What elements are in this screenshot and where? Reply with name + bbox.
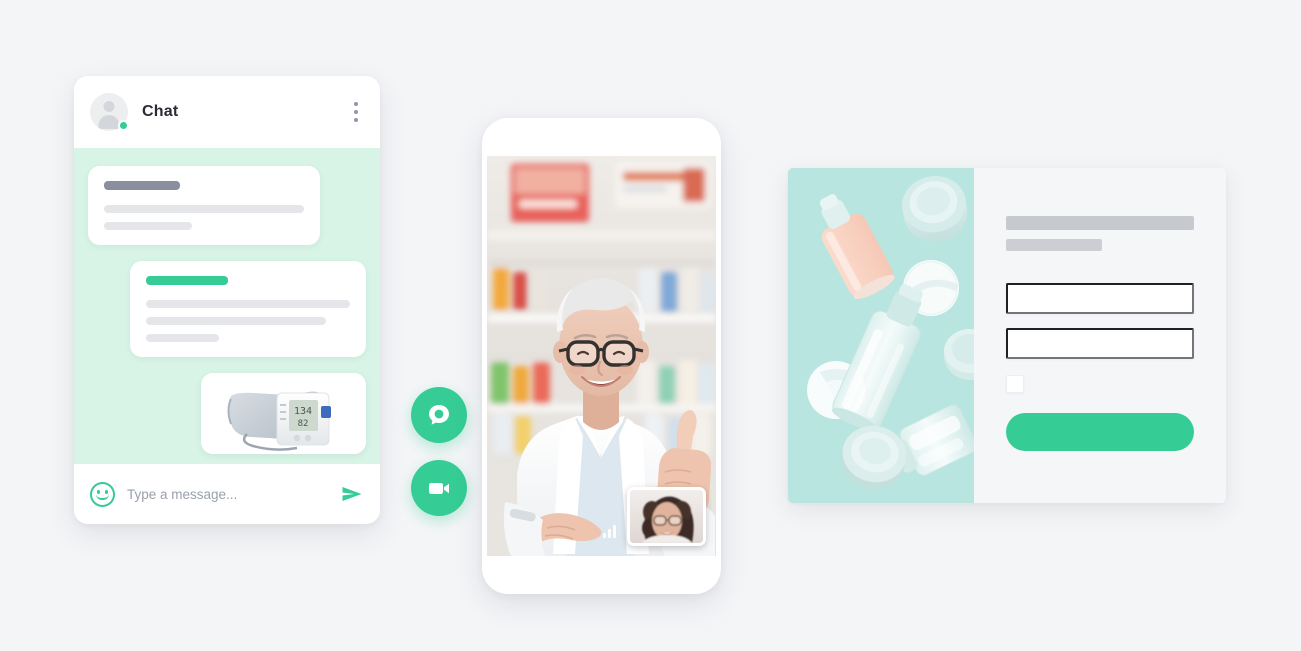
smiley-eye-left	[97, 489, 100, 494]
pip-self-view[interactable]	[627, 487, 706, 546]
message-line-placeholder	[146, 300, 350, 308]
signal-bars-icon	[603, 525, 616, 538]
product-form-card	[788, 168, 1226, 503]
menu-dot	[354, 110, 358, 114]
message-input[interactable]	[127, 486, 340, 502]
form-input-2[interactable]	[1006, 328, 1194, 359]
chat-message-outgoing	[130, 261, 366, 357]
svg-text:82: 82	[297, 419, 308, 429]
video-camera-icon	[429, 483, 449, 494]
video-call-screen	[487, 156, 716, 556]
online-status-dot	[118, 120, 129, 131]
signal-bar	[613, 525, 616, 538]
chat-message-image[interactable]: 134 82	[201, 373, 366, 454]
chat-message-list: 134 82	[74, 148, 380, 464]
form-submit-button[interactable]	[1006, 413, 1194, 451]
avatar[interactable]	[90, 93, 129, 131]
message-line-placeholder	[146, 317, 326, 325]
patient-video-feed	[630, 490, 703, 543]
chat-bubble-icon	[429, 405, 449, 425]
send-arrow-icon[interactable]	[340, 482, 364, 506]
message-title-placeholder	[146, 276, 228, 285]
chat-message-incoming	[88, 166, 320, 245]
chat-title: Chat	[142, 103, 179, 120]
signup-form	[974, 168, 1226, 503]
menu-dot	[354, 102, 358, 106]
phone-mockup	[482, 118, 721, 594]
message-line-placeholder	[104, 222, 192, 230]
form-subtitle-placeholder	[1006, 239, 1102, 251]
product-image-panel	[788, 168, 974, 503]
smiley-face-icon[interactable]	[90, 481, 115, 507]
chat-composer	[74, 464, 380, 524]
form-checkbox[interactable]	[1006, 375, 1024, 393]
smiley-eye-right	[105, 489, 108, 494]
more-vertical-icon[interactable]	[350, 98, 362, 126]
page-root: Chat 134 82 Type a message...	[0, 0, 1301, 651]
message-title-placeholder	[104, 181, 180, 190]
avatar-head	[103, 101, 115, 112]
menu-dot	[354, 118, 358, 122]
fab-chat-button[interactable]	[411, 387, 467, 443]
cosmetic-bottles-image	[788, 168, 974, 503]
form-title-placeholder	[1006, 216, 1194, 230]
avatar-body	[98, 115, 120, 129]
message-line-placeholder	[104, 205, 304, 213]
chat-widget: Chat 134 82 Type a message...	[74, 76, 380, 524]
svg-text:134: 134	[293, 406, 311, 417]
message-line-placeholder	[146, 334, 220, 342]
blood-pressure-monitor-image: 134 82	[208, 373, 359, 454]
floating-action-buttons	[411, 387, 467, 516]
form-input-1[interactable]	[1006, 283, 1194, 314]
signal-bar	[608, 529, 611, 538]
fab-video-button[interactable]	[411, 460, 467, 516]
chat-header: Chat	[74, 76, 380, 148]
signal-bar	[603, 533, 606, 538]
smiley-mouth	[96, 494, 109, 500]
